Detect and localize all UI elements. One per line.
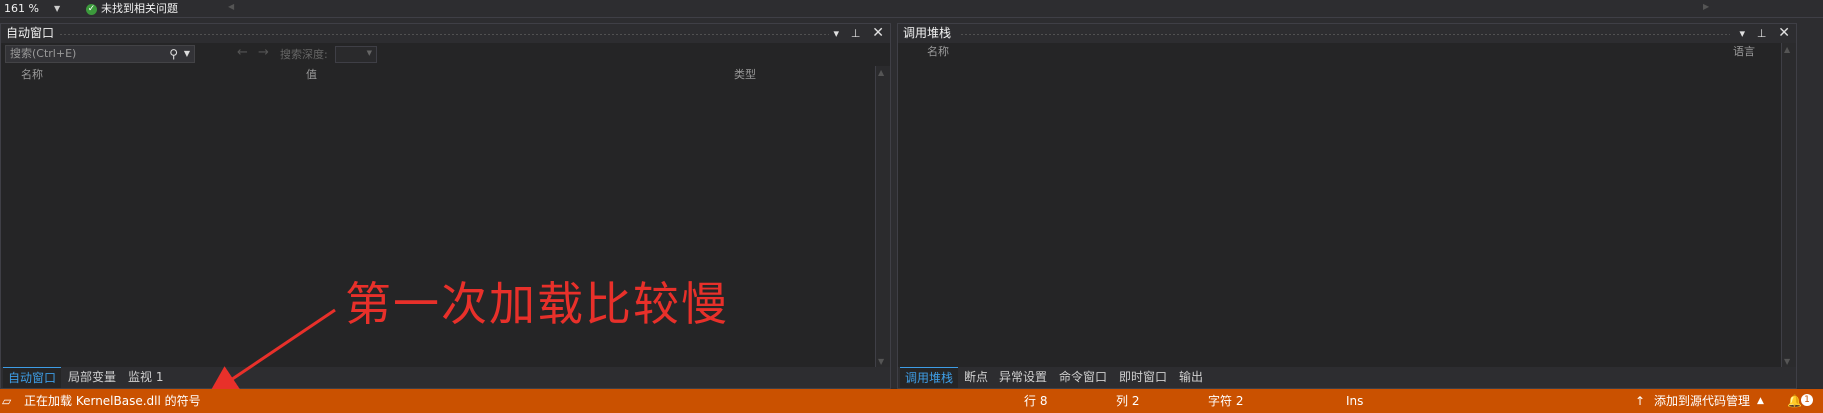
status-ready-icon: ▱	[2, 394, 12, 408]
status-line[interactable]: 行 8	[1024, 389, 1047, 413]
notification-bell-icon[interactable]: 🔔	[1787, 389, 1802, 413]
status-column[interactable]: 列 2	[1116, 389, 1139, 413]
annotation-text: 第一次加载比较慢	[345, 277, 729, 331]
status-message: 正在加载 KernelBase.dll 的符号	[24, 394, 201, 408]
source-control-button[interactable]: 添加到源代码管理	[1654, 389, 1750, 413]
status-insert-mode[interactable]: Ins	[1346, 389, 1363, 413]
chevron-up-icon[interactable]: ▲	[1757, 389, 1764, 413]
annotation-arrow	[208, 308, 336, 396]
arrow-up-icon: ↑	[1635, 394, 1646, 408]
status-bar: ▱ 正在加载 KernelBase.dll 的符号 行 8 列 2 字符 2 I…	[0, 389, 1823, 413]
notification-count: 1	[1801, 394, 1813, 406]
status-char[interactable]: 字符 2	[1208, 389, 1243, 413]
